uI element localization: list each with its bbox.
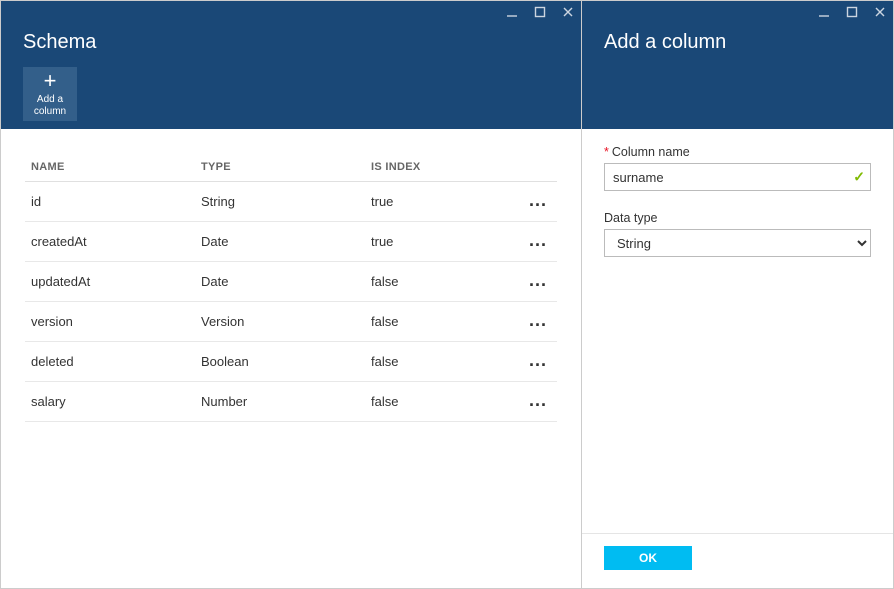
cell-type: Boolean <box>195 342 365 382</box>
add-column-header: Add a column <box>582 1 893 129</box>
table-row: salary Number false ... <box>25 382 557 422</box>
cell-index: false <box>365 342 517 382</box>
right-window-controls <box>817 5 887 19</box>
cell-name: id <box>25 182 195 222</box>
cell-type: String <box>195 182 365 222</box>
row-more-icon[interactable]: ... <box>529 190 551 210</box>
column-name-label-text: Column name <box>612 145 690 159</box>
cell-name: salary <box>25 382 195 422</box>
column-name-group: *Column name ✓ <box>604 145 871 191</box>
data-type-select[interactable]: String <box>604 229 871 257</box>
row-more-icon[interactable]: ... <box>529 310 551 330</box>
table-row: updatedAt Date false ... <box>25 262 557 302</box>
schema-title: Schema <box>1 1 581 54</box>
row-more-icon[interactable]: ... <box>529 390 551 410</box>
table-row: createdAt Date true ... <box>25 222 557 262</box>
cell-name: createdAt <box>25 222 195 262</box>
header-type: TYPE <box>195 153 365 182</box>
required-star-icon: * <box>604 145 609 159</box>
cell-name: version <box>25 302 195 342</box>
minimize-icon[interactable] <box>817 5 831 19</box>
valid-check-icon: ✓ <box>853 169 865 186</box>
cell-index: false <box>365 382 517 422</box>
add-column-pane: Add a column *Column name ✓ Data type St… <box>582 1 893 588</box>
header-actions <box>517 153 557 182</box>
schema-table: NAME TYPE IS INDEX id String true ... cr… <box>25 153 557 422</box>
plus-icon: + <box>44 70 57 92</box>
table-row: deleted Boolean false ... <box>25 342 557 382</box>
add-column-footer: OK <box>582 533 893 588</box>
row-more-icon[interactable]: ... <box>529 230 551 250</box>
schema-header: Schema + Add a column <box>1 1 581 129</box>
cell-index: true <box>365 222 517 262</box>
add-tile-line1: Add a <box>37 94 63 106</box>
left-window-controls <box>505 5 575 19</box>
table-row: id String true ... <box>25 182 557 222</box>
maximize-icon[interactable] <box>533 5 547 19</box>
maximize-icon[interactable] <box>845 5 859 19</box>
data-type-group: Data type String <box>604 211 871 257</box>
header-name: NAME <box>25 153 195 182</box>
add-tile-line2: column <box>34 106 66 118</box>
row-more-icon[interactable]: ... <box>529 270 551 290</box>
cell-type: Date <box>195 262 365 302</box>
cell-index: true <box>365 182 517 222</box>
column-name-input[interactable] <box>604 163 871 191</box>
cell-type: Version <box>195 302 365 342</box>
data-type-label: Data type <box>604 211 871 225</box>
cell-index: false <box>365 302 517 342</box>
schema-pane: Schema + Add a column NAME TYPE IS INDEX <box>1 1 582 588</box>
schema-body: NAME TYPE IS INDEX id String true ... cr… <box>1 129 581 588</box>
header-isindex: IS INDEX <box>365 153 517 182</box>
cell-type: Number <box>195 382 365 422</box>
ok-button[interactable]: OK <box>604 546 692 570</box>
minimize-icon[interactable] <box>505 5 519 19</box>
add-column-body: *Column name ✓ Data type String <box>582 129 893 533</box>
cell-name: deleted <box>25 342 195 382</box>
cell-type: Date <box>195 222 365 262</box>
add-column-tile-button[interactable]: + Add a column <box>23 67 77 121</box>
column-name-label: *Column name <box>604 145 871 159</box>
cell-name: updatedAt <box>25 262 195 302</box>
table-row: version Version false ... <box>25 302 557 342</box>
cell-index: false <box>365 262 517 302</box>
close-icon[interactable] <box>873 5 887 19</box>
close-icon[interactable] <box>561 5 575 19</box>
row-more-icon[interactable]: ... <box>529 350 551 370</box>
